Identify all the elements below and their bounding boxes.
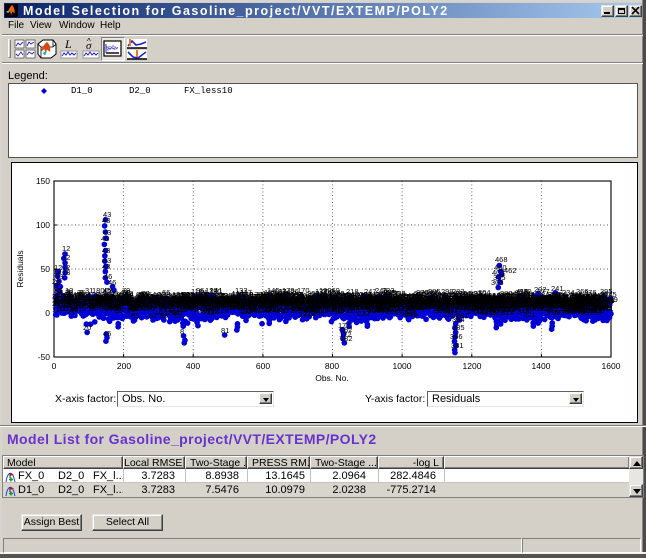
svg-text:234: 234 <box>562 288 575 297</box>
svg-text:418: 418 <box>516 287 529 296</box>
svg-text:43: 43 <box>103 256 111 265</box>
svg-text:462: 462 <box>504 266 517 275</box>
svg-text:182: 182 <box>340 334 353 343</box>
svg-text:202: 202 <box>534 285 547 294</box>
svg-text:800: 800 <box>325 361 339 371</box>
svg-text:137: 137 <box>315 287 328 296</box>
svg-text:L: L <box>64 38 72 51</box>
svg-text:200: 200 <box>117 361 131 371</box>
svg-text:50: 50 <box>41 264 51 274</box>
svg-text:96: 96 <box>196 286 204 295</box>
svg-text:117: 117 <box>240 288 252 297</box>
svg-text:43: 43 <box>103 228 111 237</box>
svg-text:50: 50 <box>125 289 133 298</box>
svg-text:8: 8 <box>56 278 60 287</box>
svg-text:385: 385 <box>452 323 465 332</box>
svg-text:1479: 1479 <box>262 289 279 298</box>
svg-text:43: 43 <box>103 210 111 219</box>
svg-text:0: 0 <box>45 308 50 318</box>
svg-text:369: 369 <box>429 290 442 299</box>
svg-text:401: 401 <box>601 304 614 313</box>
svg-text:2045: 2045 <box>600 290 617 299</box>
svg-text:100: 100 <box>36 220 50 230</box>
svg-text:81: 81 <box>221 326 229 335</box>
svg-text:8: 8 <box>180 327 184 336</box>
svg-text:45: 45 <box>103 329 111 338</box>
svg-text:400: 400 <box>186 361 200 371</box>
svg-text:12: 12 <box>62 263 70 272</box>
svg-text:43: 43 <box>102 246 110 255</box>
svg-text:1200: 1200 <box>463 361 482 371</box>
svg-text:0: 0 <box>52 361 57 371</box>
svg-text:20: 20 <box>83 323 91 332</box>
svg-text:166: 166 <box>328 288 341 297</box>
svg-text:600: 600 <box>256 361 270 371</box>
svg-text:^: ^ <box>87 38 91 46</box>
svg-text:46: 46 <box>108 278 116 287</box>
svg-text:12: 12 <box>62 244 70 253</box>
svg-text:1600: 1600 <box>602 361 621 371</box>
svg-text:468: 468 <box>495 255 508 264</box>
svg-text:381: 381 <box>451 341 464 350</box>
svg-text:Residuals: Residuals <box>15 250 25 287</box>
svg-text:150: 150 <box>36 176 50 186</box>
svg-text:-50: -50 <box>38 352 51 362</box>
svg-text:1400: 1400 <box>532 361 551 371</box>
svg-text:12: 12 <box>62 253 70 262</box>
svg-text:386: 386 <box>450 332 463 341</box>
svg-text:1000: 1000 <box>393 361 412 371</box>
svg-text:366: 366 <box>393 289 406 298</box>
svg-text:Obs. No.: Obs. No. <box>315 373 349 383</box>
